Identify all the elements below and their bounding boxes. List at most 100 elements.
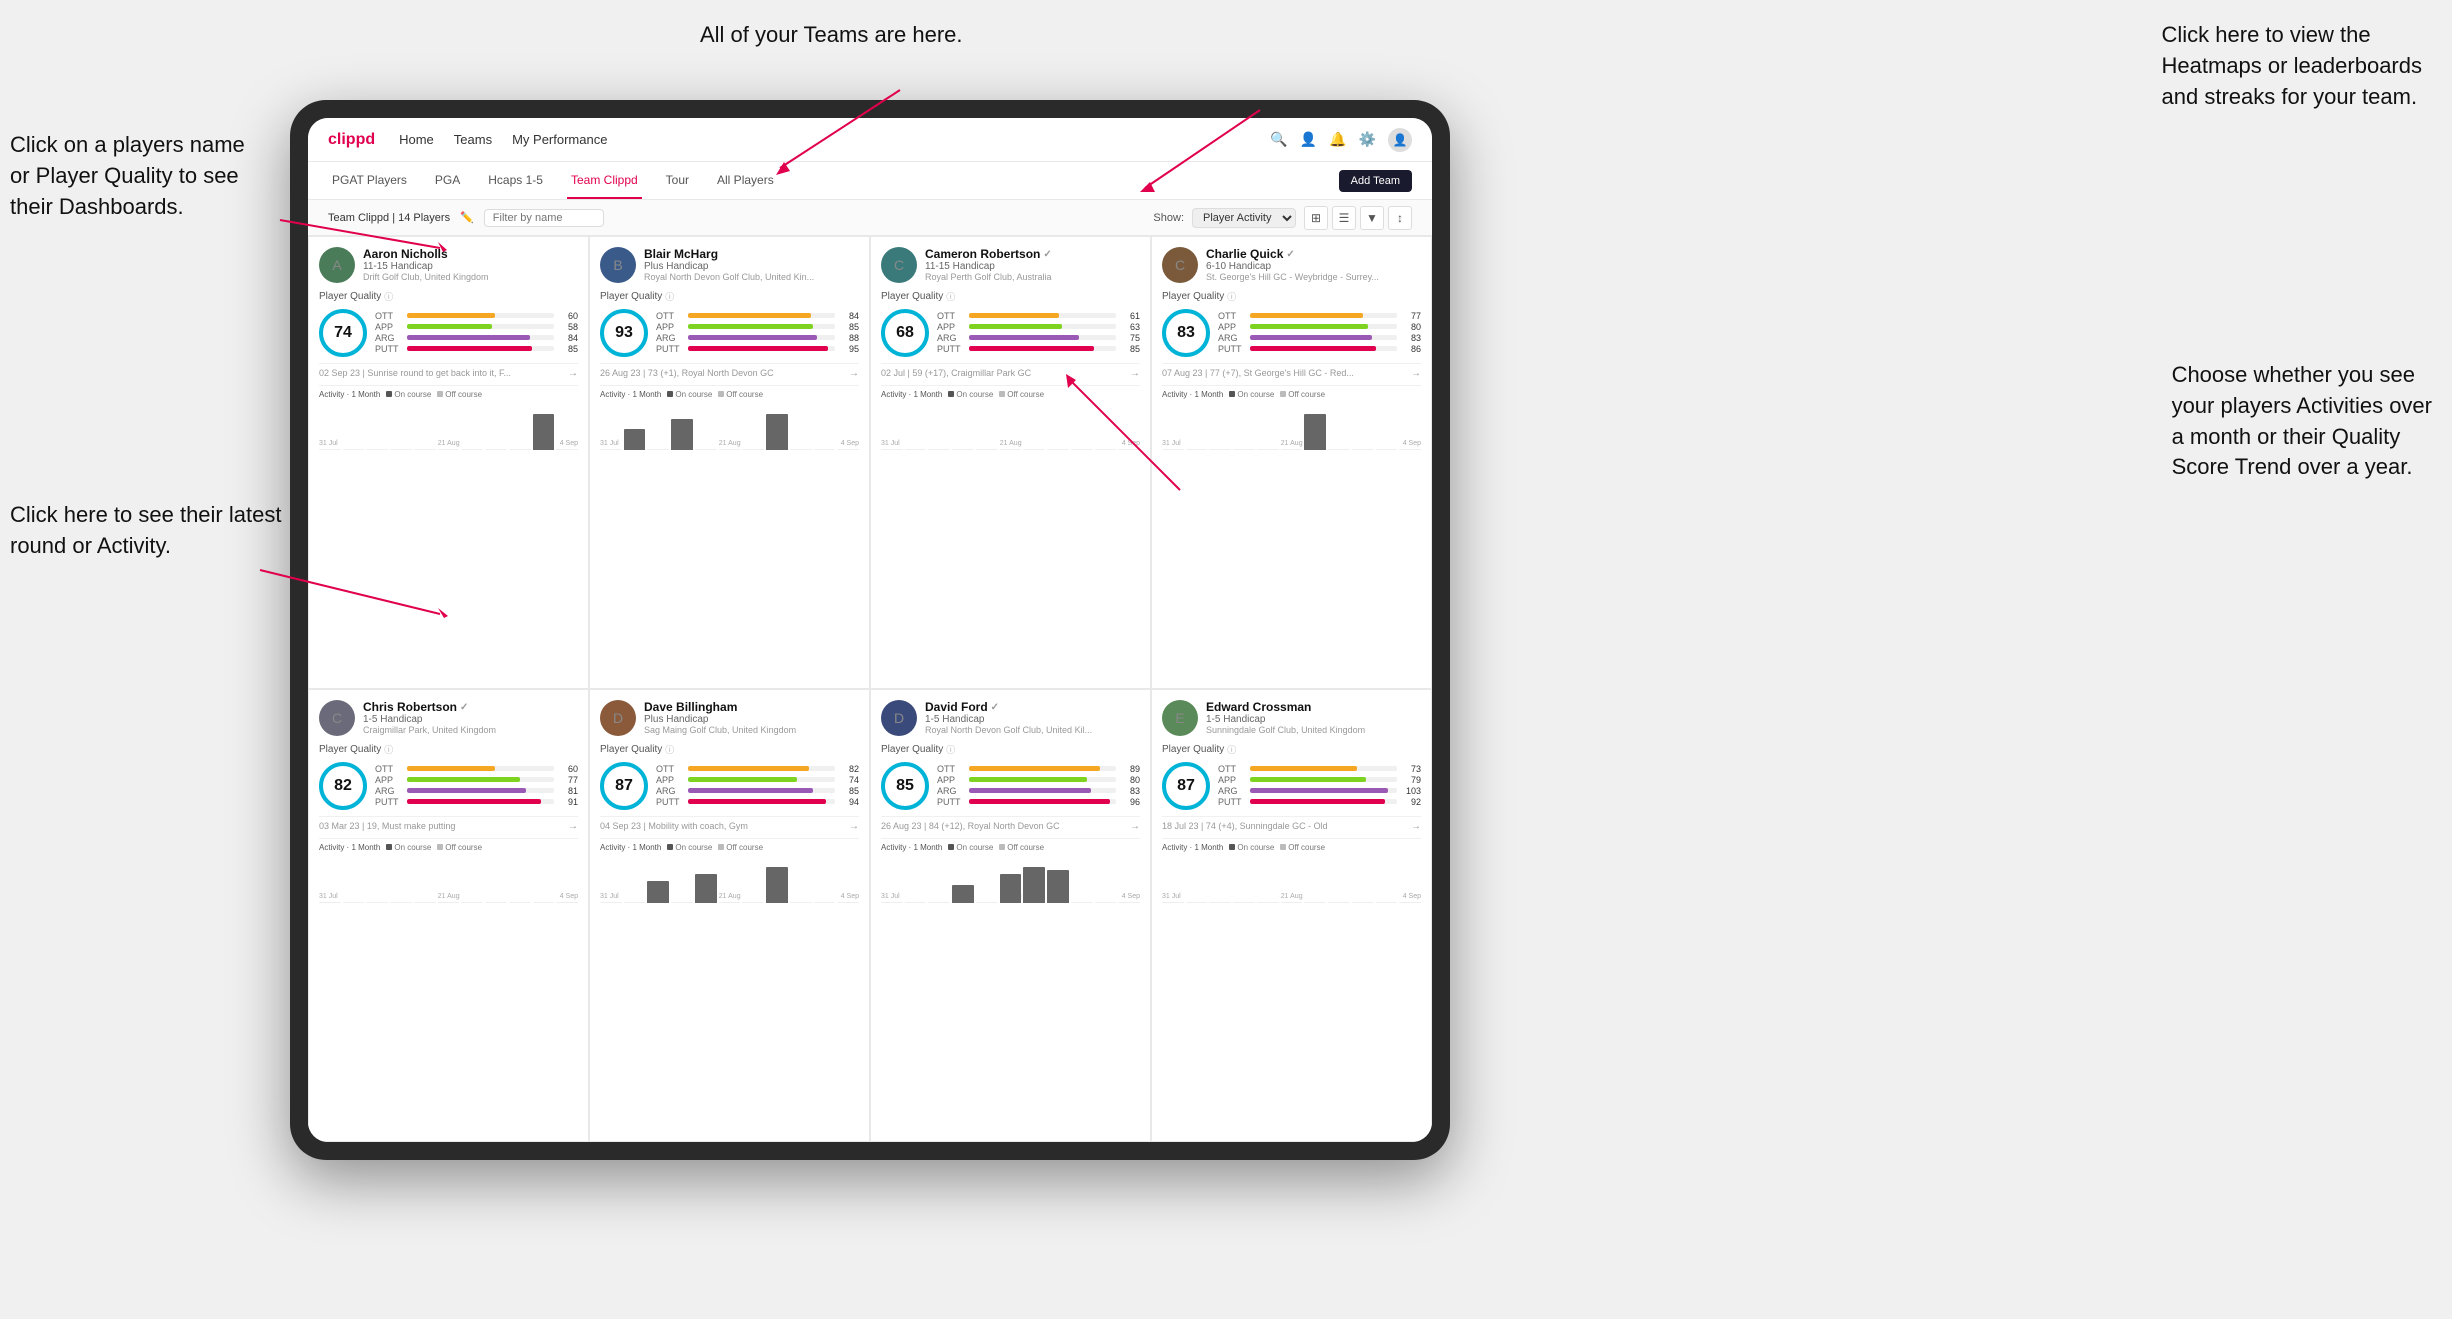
chart-bar [366, 449, 388, 450]
brand-logo[interactable]: clippd [328, 131, 375, 149]
list-view-button[interactable]: ☰ [1332, 206, 1356, 230]
stat-value: 63 [1120, 322, 1140, 332]
quality-circle[interactable]: 87 [600, 762, 648, 810]
stat-bar-container [969, 313, 1116, 318]
stat-value: 85 [839, 322, 859, 332]
quality-section[interactable]: 87 OTT 73 APP 79 ARG 103 PUTT [1162, 762, 1421, 810]
chart-bar [390, 449, 412, 450]
player-name[interactable]: Aaron Nicholls [363, 247, 578, 261]
stat-bar [1250, 799, 1385, 804]
quality-section[interactable]: 87 OTT 82 APP 74 ARG 85 PUTT [600, 762, 859, 810]
last-round[interactable]: 03 Mar 23 | 19, Must make putting → [319, 816, 578, 832]
player-name[interactable]: Edward Crossman [1206, 700, 1421, 714]
quality-info-icon[interactable]: ⓘ [384, 743, 393, 756]
settings-icon[interactable]: ⚙️ [1359, 131, 1376, 148]
quality-info-icon[interactable]: ⓘ [1227, 743, 1236, 756]
activity-section: Activity · 1 Month On course Off course … [319, 838, 578, 900]
nav-teams[interactable]: Teams [454, 132, 492, 147]
last-round[interactable]: 02 Jul | 59 (+17), Craigmillar Park GC → [881, 363, 1140, 379]
stat-bar-container [969, 777, 1116, 782]
quality-info-icon[interactable]: ⓘ [665, 290, 674, 303]
navbar-icons: 🔍 👤 🔔 ⚙️ 👤 [1270, 128, 1412, 152]
tab-team-clippd[interactable]: Team Clippd [567, 162, 642, 199]
activity-legend: On course Off course [1229, 390, 1325, 399]
player-name[interactable]: Dave Billingham [644, 700, 859, 714]
quality-info-icon[interactable]: ⓘ [946, 290, 955, 303]
quality-info-icon[interactable]: ⓘ [665, 743, 674, 756]
quality-section[interactable]: 93 OTT 84 APP 85 ARG 88 PUTT [600, 309, 859, 357]
person-icon[interactable]: 👤 [1300, 131, 1317, 148]
player-card[interactable]: D Dave Billingham Plus Handicap Sag Main… [589, 689, 870, 1142]
player-card[interactable]: B Blair McHarg Plus Handicap Royal North… [589, 236, 870, 689]
quality-circle[interactable]: 82 [319, 762, 367, 810]
edit-icon[interactable]: ✏️ [460, 211, 474, 224]
last-round[interactable]: 02 Sep 23 | Sunrise round to get back in… [319, 363, 578, 379]
last-round[interactable]: 26 Aug 23 | 84 (+12), Royal North Devon … [881, 816, 1140, 832]
last-round[interactable]: 26 Aug 23 | 73 (+1), Royal North Devon G… [600, 363, 859, 379]
nav-my-performance[interactable]: My Performance [512, 132, 607, 147]
quality-section[interactable]: 85 OTT 89 APP 80 ARG 83 PUTT [881, 762, 1140, 810]
quality-circle[interactable]: 74 [319, 309, 367, 357]
quality-info-icon[interactable]: ⓘ [384, 290, 393, 303]
player-card[interactable]: E Edward Crossman 1-5 Handicap Sunningda… [1151, 689, 1432, 1142]
quality-circle[interactable]: 93 [600, 309, 648, 357]
nav-home[interactable]: Home [399, 132, 434, 147]
filter-view-button[interactable]: ▼ [1360, 206, 1384, 230]
stat-label: OTT [656, 764, 684, 774]
quality-section[interactable]: 82 OTT 60 APP 77 ARG 81 PUTT [319, 762, 578, 810]
chart-bar [695, 874, 717, 903]
player-card[interactable]: C Cameron Robertson ✓ 11-15 Handicap Roy… [870, 236, 1151, 689]
filter-input[interactable] [484, 209, 604, 227]
quality-circle[interactable]: 85 [881, 762, 929, 810]
tab-tour[interactable]: Tour [662, 162, 693, 199]
chart-bar [837, 449, 859, 450]
player-card[interactable]: A Aaron Nicholls 11-15 Handicap Drift Go… [308, 236, 589, 689]
quality-section[interactable]: 83 OTT 77 APP 80 ARG 83 PUTT [1162, 309, 1421, 357]
last-round-text: 04 Sep 23 | Mobility with coach, Gym [600, 821, 849, 831]
player-card[interactable]: C Charlie Quick ✓ 6-10 Handicap St. Geor… [1151, 236, 1432, 689]
quality-info-icon[interactable]: ⓘ [1227, 290, 1236, 303]
quality-circle[interactable]: 83 [1162, 309, 1210, 357]
sort-view-button[interactable]: ↕ [1388, 206, 1412, 230]
quality-circle[interactable]: 87 [1162, 762, 1210, 810]
last-round[interactable]: 18 Jul 23 | 74 (+4), Sunningdale GC - Ol… [1162, 816, 1421, 832]
quality-info-icon[interactable]: ⓘ [946, 743, 955, 756]
stat-bar-container [969, 324, 1116, 329]
player-card[interactable]: C Chris Robertson ✓ 1-5 Handicap Craigmi… [308, 689, 589, 1142]
player-name[interactable]: Blair McHarg [644, 247, 859, 261]
quality-section[interactable]: 68 OTT 61 APP 63 ARG 75 PUTT [881, 309, 1140, 357]
player-name[interactable]: Chris Robertson ✓ [363, 700, 578, 714]
chart-bar [766, 867, 788, 903]
stat-label: OTT [656, 311, 684, 321]
quality-circle[interactable]: 68 [881, 309, 929, 357]
last-round[interactable]: 04 Sep 23 | Mobility with coach, Gym → [600, 816, 859, 832]
off-course-dot [437, 844, 443, 850]
stat-bar-container [1250, 766, 1397, 771]
player-name[interactable]: Charlie Quick ✓ [1206, 247, 1421, 261]
player-name[interactable]: Cameron Robertson ✓ [925, 247, 1140, 261]
search-icon[interactable]: 🔍 [1270, 131, 1287, 148]
tab-pgat-players[interactable]: PGAT Players [328, 162, 411, 199]
stat-bar [1250, 788, 1388, 793]
player-card[interactable]: D David Ford ✓ 1-5 Handicap Royal North … [870, 689, 1151, 1142]
on-course-label: On course [394, 390, 431, 399]
player-handicap: 11-15 Handicap [925, 261, 1140, 272]
avatar-icon[interactable]: 👤 [1388, 128, 1412, 152]
player-handicap: 6-10 Handicap [1206, 261, 1421, 272]
subnav: PGAT Players PGA Hcaps 1-5 Team Clippd T… [308, 162, 1432, 200]
quality-section[interactable]: 74 OTT 60 APP 58 ARG 84 PUTT [319, 309, 578, 357]
player-name[interactable]: David Ford ✓ [925, 700, 1140, 714]
show-select[interactable]: Player Activity [1192, 208, 1296, 228]
add-team-button[interactable]: Add Team [1339, 170, 1412, 192]
stat-bar-container [1250, 777, 1397, 782]
last-round[interactable]: 07 Aug 23 | 77 (+7), St George's Hill GC… [1162, 363, 1421, 379]
chart-area [1162, 855, 1421, 903]
player-avatar: C [319, 700, 355, 736]
bell-icon[interactable]: 🔔 [1329, 131, 1346, 148]
stat-bar-container [688, 313, 835, 318]
tab-pga[interactable]: PGA [431, 162, 464, 199]
tab-all-players[interactable]: All Players [713, 162, 778, 199]
stat-label: OTT [937, 311, 965, 321]
grid-view-button[interactable]: ⊞ [1304, 206, 1328, 230]
tab-hcaps[interactable]: Hcaps 1-5 [484, 162, 547, 199]
